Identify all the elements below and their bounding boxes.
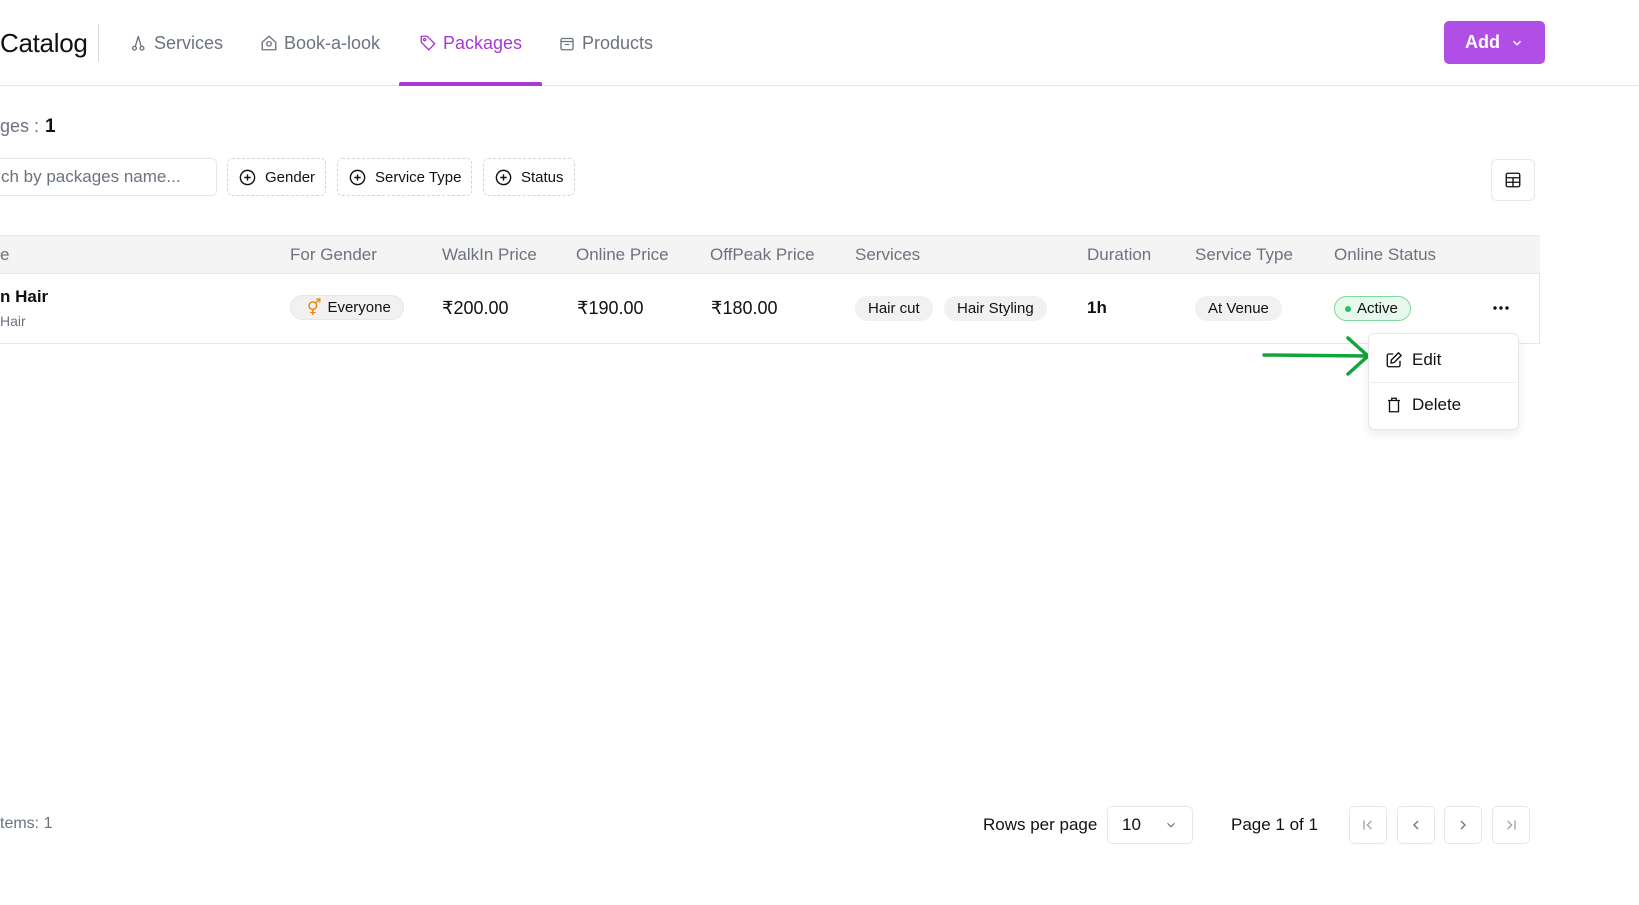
chevron-right-icon xyxy=(1460,820,1466,830)
menu-item-delete[interactable]: Delete xyxy=(1369,383,1520,427)
edit-icon xyxy=(1386,351,1403,368)
packages-count: ges :1 xyxy=(0,116,56,138)
chevrons-first-icon xyxy=(1363,820,1372,830)
tab-products[interactable]: Products xyxy=(558,0,653,86)
search-input[interactable]: ch by packages name... xyxy=(0,158,217,196)
top-header: Catalog Services Book-a-look Packages Pr… xyxy=(0,0,1639,86)
table-header: e For Gender WalkIn Price Online Price O… xyxy=(0,235,1540,274)
package-subtitle: Hair xyxy=(0,313,26,329)
tab-services[interactable]: Services xyxy=(130,0,223,86)
chevron-down-icon xyxy=(1512,40,1522,46)
tab-label: Services xyxy=(154,32,224,53)
active-tab-indicator xyxy=(399,82,543,86)
offpeak-price: ₹180.00 xyxy=(711,298,778,318)
count-label: ges : xyxy=(0,116,40,136)
rows-per-page-label: Rows per page xyxy=(983,815,1098,834)
annotation-arrow-icon xyxy=(1262,336,1370,376)
column-service-type[interactable]: Service Type xyxy=(1195,236,1293,274)
bag-icon xyxy=(560,37,574,51)
edit-label: Edit xyxy=(1412,350,1442,369)
status-badge: Active xyxy=(1334,296,1411,321)
duration-value: 1h xyxy=(1087,298,1107,317)
table-view-toggle[interactable] xyxy=(1491,159,1535,201)
more-horizontal-icon xyxy=(1493,306,1509,310)
chevron-down-icon xyxy=(1167,822,1175,828)
plus-circle-icon xyxy=(495,169,512,185)
house-icon xyxy=(261,35,277,51)
filter-label: Status xyxy=(521,168,564,186)
total-items: tems: 1 xyxy=(0,815,53,832)
tab-label: Book-a-look xyxy=(284,32,381,53)
tab-book-a-look[interactable]: Book-a-look xyxy=(260,0,380,86)
filter-label: Gender xyxy=(265,168,316,186)
trash-icon xyxy=(1388,397,1400,413)
delete-label: Delete xyxy=(1412,395,1462,414)
plus-circle-icon xyxy=(239,169,256,185)
gender-badge: ⚥ Everyone xyxy=(290,295,404,320)
tab-packages[interactable]: Packages xyxy=(399,0,543,86)
rows-per-page-value: 10 xyxy=(1122,815,1141,834)
gender-label: Everyone xyxy=(327,299,391,316)
page-title: Catalog xyxy=(0,24,99,62)
column-duration[interactable]: Duration xyxy=(1087,236,1151,274)
table-grid-icon xyxy=(1505,172,1521,188)
tag-icon xyxy=(420,35,436,51)
plus-circle-icon xyxy=(349,169,366,185)
chevron-left-icon xyxy=(1413,820,1419,830)
chevrons-last-icon xyxy=(1507,820,1516,830)
status-label: Active xyxy=(1357,300,1398,317)
menu-item-edit[interactable]: Edit xyxy=(1369,338,1520,382)
tab-label: Packages xyxy=(443,32,523,53)
page-indicator: Page 1 of 1 xyxy=(1231,815,1318,834)
service-type-badge: At Venue xyxy=(1195,296,1282,321)
column-name[interactable]: e xyxy=(0,236,9,274)
next-page-button[interactable] xyxy=(1444,806,1482,844)
filter-label: Service Type xyxy=(375,168,462,186)
column-services[interactable]: Services xyxy=(855,236,920,274)
first-page-button[interactable] xyxy=(1349,806,1387,844)
status-filter-button[interactable]: Status xyxy=(483,158,575,196)
column-walkin-price[interactable]: WalkIn Price xyxy=(442,236,537,274)
service-badge: Hair cut xyxy=(855,296,933,321)
gender-icon: ⚥ xyxy=(307,299,322,317)
column-offpeak-price[interactable]: OffPeak Price xyxy=(710,236,815,274)
rows-per-page-select[interactable]: 10 xyxy=(1107,806,1193,844)
row-actions-menu: Edit Delete xyxy=(1368,333,1519,430)
service-badge: Hair Styling xyxy=(944,296,1047,321)
add-button-label: Add xyxy=(1465,32,1500,52)
service-type-filter-button[interactable]: Service Type xyxy=(337,158,473,196)
status-dot xyxy=(1345,305,1351,312)
tab-label: Products xyxy=(582,32,654,53)
gender-filter-button[interactable]: Gender xyxy=(227,158,327,196)
column-for-gender[interactable]: For Gender xyxy=(290,236,377,274)
column-online-status[interactable]: Online Status xyxy=(1334,236,1436,274)
column-online-price[interactable]: Online Price xyxy=(576,236,669,274)
online-price: ₹190.00 xyxy=(577,298,644,318)
count-value: 1 xyxy=(45,116,56,137)
row-actions-button[interactable] xyxy=(1489,296,1513,320)
scissors-icon xyxy=(131,36,145,51)
previous-page-button[interactable] xyxy=(1397,806,1435,844)
last-page-button[interactable] xyxy=(1492,806,1530,844)
walkin-price: ₹200.00 xyxy=(442,298,509,318)
search-placeholder: ch by packages name... xyxy=(1,167,181,186)
package-name: n Hair xyxy=(0,287,49,306)
add-button[interactable]: Add xyxy=(1444,21,1545,64)
